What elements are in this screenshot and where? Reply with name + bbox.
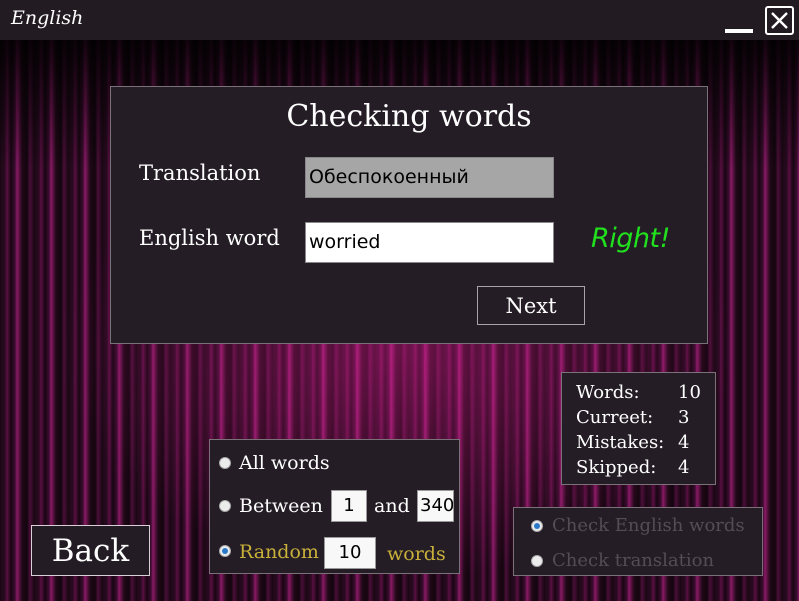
translation-label: Translation [139,161,261,185]
stats-label: Curreet: [576,407,654,428]
stats-panel: Words: 10 Curreet: 3 Mistakes: 4 Skipped… [561,372,716,485]
back-button[interactable]: Back [31,525,150,576]
english-word-input[interactable]: worried [305,222,554,263]
between-label[interactable]: Between [239,495,323,517]
close-icon [771,12,788,29]
next-button[interactable]: Next [477,286,585,325]
check-mode-panel: Check English words Check translation [513,507,763,576]
random-radio[interactable] [219,545,231,557]
stats-value: 4 [678,432,690,453]
translation-field: Обеспокоенный [305,157,554,198]
stats-value: 3 [678,407,690,428]
english-word-label: English word [139,226,280,250]
check-english-label[interactable]: Check English words [552,515,745,536]
between-from-input[interactable]: 1 [331,490,367,522]
stats-row-mistakes: Mistakes: 4 [576,432,706,456]
check-english-radio[interactable] [531,520,543,532]
random-count-input[interactable]: 10 [324,537,376,569]
stats-label: Mistakes: [576,432,665,453]
result-message: Right! [591,223,670,254]
between-radio[interactable] [219,500,231,512]
close-button[interactable] [765,6,794,35]
stats-row-correct: Curreet: 3 [576,407,706,431]
minimize-button[interactable] [724,8,754,34]
stats-row-words: Words: 10 [576,382,706,406]
all-words-label[interactable]: All words [239,452,330,474]
random-label[interactable]: Random [239,541,319,563]
words-label: words [387,543,446,565]
stats-value: 10 [678,382,701,403]
checking-panel: Checking words Translation Обеспокоенный… [110,86,708,344]
word-range-panel: All words Between 1 and 340 Random 10 wo… [209,439,460,574]
between-to-input[interactable]: 340 [417,490,454,522]
stats-row-skipped: Skipped: 4 [576,457,706,481]
title-bar: English [0,0,799,40]
stats-label: Words: [576,382,640,403]
and-label: and [374,495,410,517]
page-title: Checking words [286,99,532,134]
app-title: English [11,7,84,29]
stats-value: 4 [678,457,690,478]
check-translation-label[interactable]: Check translation [552,550,714,571]
stats-label: Skipped: [576,457,657,478]
all-words-radio[interactable] [219,457,231,469]
check-translation-radio[interactable] [531,555,543,567]
